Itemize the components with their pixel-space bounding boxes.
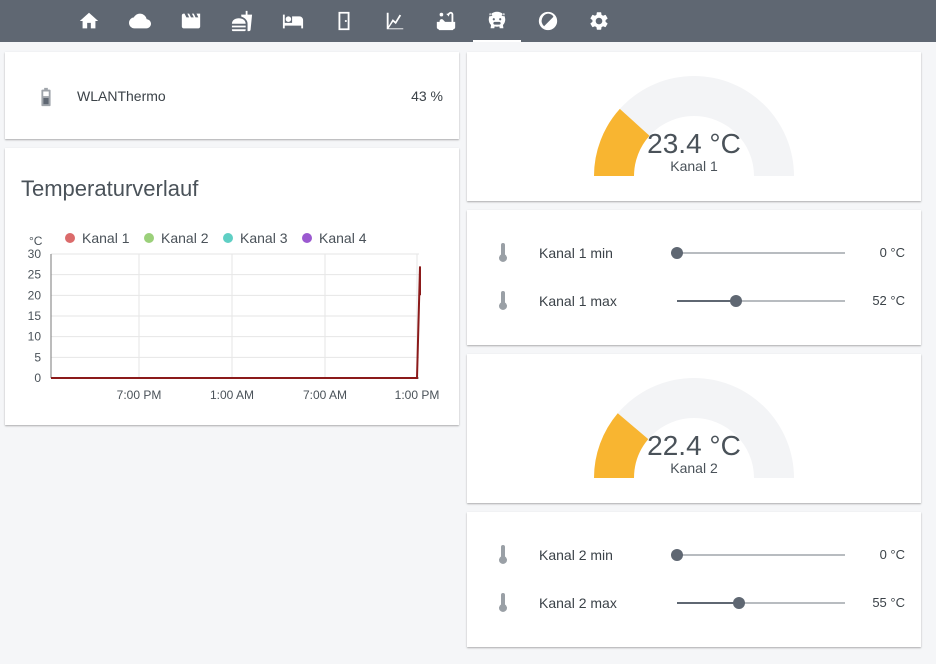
tab-door[interactable]	[320, 0, 368, 42]
history-title: Temperaturverlauf	[21, 176, 199, 201]
legend-marker	[223, 233, 233, 243]
x-tick-label: 7:00 AM	[303, 388, 347, 402]
slider-row-kanal-2-min: Kanal 2 min 0 °C	[467, 540, 921, 570]
slider-track[interactable]	[671, 549, 845, 561]
slider-value: 55 °C	[872, 595, 905, 610]
thermometer-icon	[499, 545, 507, 564]
slider-card-kanal-1: Kanal 1 min 0 °C Kanal 1 max 52 °C	[467, 210, 921, 345]
cloud-icon	[129, 13, 151, 29]
series-line-kanal-1	[51, 266, 421, 379]
legend-marker	[302, 233, 312, 243]
y-tick-label: 10	[28, 330, 42, 344]
slider-card-kanal-2: Kanal 2 min 0 °C Kanal 2 max 55 °C	[467, 512, 921, 647]
x-tick-label: 1:00 PM	[395, 388, 440, 402]
tab-stats[interactable]	[371, 0, 419, 42]
history-card: Temperaturverlauf °C Kanal 1 Kanal 2 Kanal …	[5, 148, 459, 425]
slider-knob[interactable]	[729, 295, 742, 307]
door-icon	[338, 11, 350, 31]
slider-row-kanal-1-min: Kanal 1 min 0 °C	[467, 238, 921, 268]
slider-track[interactable]	[677, 295, 845, 307]
slider-knob[interactable]	[671, 549, 683, 561]
thermometer-icon	[499, 291, 507, 310]
slider-knob[interactable]	[733, 597, 746, 609]
legend-marker	[144, 233, 154, 243]
thermometer-icon	[499, 593, 507, 612]
gauge-card-kanal-2[interactable]: 22.4 °C Kanal 2	[467, 354, 921, 503]
gauge-2-value: 22.4 °C	[647, 430, 741, 461]
slider-value: 52 °C	[872, 293, 905, 308]
thermometer-icon	[499, 243, 507, 262]
slider-track[interactable]	[671, 247, 845, 259]
tab-bedroom[interactable]	[269, 0, 317, 42]
slider-track[interactable]	[677, 597, 845, 609]
legend-label: Kanal 4	[319, 230, 367, 246]
temperature-chart: °C Kanal 1 Kanal 2 Kanal 3 Kanal 4 0 5 10 15 20 25…	[28, 230, 440, 402]
y-axis-unit: °C	[29, 234, 43, 248]
gauge-1-name: Kanal 1	[670, 158, 718, 174]
battery-value: 43 %	[411, 88, 443, 104]
battery-name[interactable]: WLANThermo	[77, 88, 166, 104]
battery-icon	[41, 87, 51, 107]
gear-icon	[590, 12, 608, 30]
tab-home[interactable]	[65, 0, 113, 42]
tab-media[interactable]	[167, 0, 215, 42]
bed-icon	[282, 14, 304, 29]
tab-bbq[interactable]	[473, 0, 521, 42]
gauge-card-kanal-1[interactable]: 23.4 °C Kanal 1	[467, 52, 921, 201]
slider-label: Kanal 2 max	[539, 595, 617, 611]
y-tick-label: 25	[28, 268, 42, 282]
bathtub-icon	[436, 11, 456, 31]
slider-fill	[677, 300, 736, 302]
tab-disabled[interactable]	[524, 0, 572, 42]
chart-icon	[386, 12, 404, 30]
gauge-2	[594, 378, 794, 478]
slider-value: 0 °C	[879, 547, 905, 562]
legend-marker	[65, 233, 75, 243]
gauge-1	[594, 76, 794, 176]
tab-kitchen[interactable]	[218, 0, 266, 42]
x-tick-label: 1:00 AM	[210, 388, 254, 402]
top-nav-bar	[0, 0, 936, 42]
slider-value: 0 °C	[879, 245, 905, 260]
legend-label: Kanal 3	[240, 230, 288, 246]
legend-label: Kanal 2	[161, 230, 209, 246]
slider-fill	[677, 602, 740, 604]
slider-row-kanal-2-max: Kanal 2 max 55 °C	[467, 588, 921, 618]
slider-label: Kanal 1 max	[539, 293, 617, 309]
gauge-2-name: Kanal 2	[670, 460, 718, 476]
y-tick-label: 30	[28, 247, 42, 261]
slider-knob[interactable]	[671, 247, 683, 259]
movie-icon	[181, 13, 201, 29]
legend-label: Kanal 1	[82, 230, 130, 246]
battery-card: WLANThermo 43 %	[5, 52, 459, 139]
y-tick-label: 5	[34, 350, 41, 364]
home-icon	[79, 12, 99, 29]
y-tick-label: 0	[34, 371, 41, 385]
circle-slash-icon	[538, 11, 558, 31]
tab-settings[interactable]	[575, 0, 623, 42]
slider-label: Kanal 1 min	[539, 245, 613, 261]
y-tick-label: 20	[28, 288, 42, 302]
pig-icon	[488, 11, 506, 29]
gauge-1-value: 23.4 °C	[647, 128, 741, 159]
tab-weather[interactable]	[116, 0, 164, 42]
x-tick-label: 7:00 PM	[117, 388, 162, 402]
slider-row-kanal-1-max: Kanal 1 max 52 °C	[467, 286, 921, 316]
y-tick-label: 15	[28, 309, 42, 323]
slider-label: Kanal 2 min	[539, 547, 613, 563]
tab-bathroom[interactable]	[422, 0, 470, 42]
food-icon	[231, 10, 253, 32]
